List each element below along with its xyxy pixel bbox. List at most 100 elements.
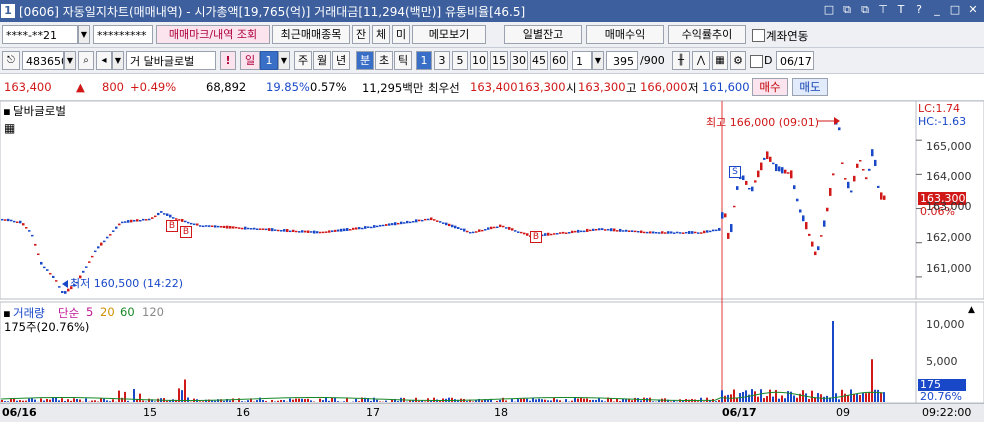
- minute-button[interactable]: 분: [356, 51, 374, 70]
- min-45-button[interactable]: 45: [530, 51, 548, 70]
- buy-marker-3[interactable]: B: [530, 231, 542, 243]
- grid-tool-icon[interactable]: ▦: [712, 51, 728, 70]
- min-3-button[interactable]: 3: [434, 51, 450, 70]
- interval-input[interactable]: 1: [572, 51, 592, 70]
- chart-area[interactable]: ▪ 달바글로벌 ▦ LC:1.74 HC:-1.63 최고 166,000 (0…: [0, 101, 984, 421]
- volume-bar: [538, 399, 540, 402]
- price-candle: [613, 229, 616, 232]
- second-button[interactable]: 초: [375, 51, 393, 70]
- volume-pane-collapse-icon[interactable]: ▲: [968, 305, 975, 315]
- volume-bar: [865, 393, 867, 402]
- volume-bar: [829, 398, 831, 402]
- volume-bar: [631, 400, 633, 402]
- price-candle: [742, 175, 745, 180]
- window-close-icon[interactable]: ✕: [966, 3, 980, 17]
- password-input[interactable]: *********: [93, 25, 153, 44]
- window-cascade-icon[interactable]: ⧉: [858, 3, 872, 17]
- volume-bar: [379, 401, 381, 402]
- min-15-button[interactable]: 15: [490, 51, 508, 70]
- balance-button[interactable]: 잔: [352, 25, 370, 44]
- sell-marker-1[interactable]: S: [729, 166, 741, 178]
- monthly-button[interactable]: 월: [313, 51, 331, 70]
- price-candle: [142, 219, 145, 221]
- price-tick-163000: 163,000: [926, 200, 972, 213]
- window-maximize-icon[interactable]: □: [948, 3, 962, 17]
- candle-tool-icon[interactable]: ╫: [672, 51, 690, 70]
- trade-mark-button[interactable]: 매매마크/내역 조회: [156, 25, 270, 44]
- price-candle: [262, 228, 265, 230]
- unfilled-button[interactable]: 미: [392, 25, 410, 44]
- warning-button[interactable]: !: [220, 51, 236, 70]
- price-candle: [220, 226, 223, 228]
- profit-rate-button[interactable]: 수익률추이: [668, 25, 746, 44]
- price-candle: [328, 230, 331, 232]
- period-daily-button[interactable]: 일: [240, 51, 260, 70]
- price-candle: [625, 230, 628, 232]
- chart-svg[interactable]: [0, 101, 984, 403]
- window-help-icon[interactable]: ?: [912, 3, 926, 17]
- date-input[interactable]: 06/17: [776, 51, 814, 70]
- min-1-button[interactable]: 1: [416, 51, 432, 70]
- volume-bar: [877, 390, 879, 402]
- window-pin-icon[interactable]: ⊤: [876, 3, 890, 17]
- lc-label: LC:1.74: [918, 102, 960, 115]
- zigzag-tool-icon[interactable]: ⋀: [692, 51, 710, 70]
- search-icon[interactable]: ⌕: [78, 51, 94, 70]
- min-5-button[interactable]: 5: [452, 51, 468, 70]
- min-60-button[interactable]: 60: [550, 51, 568, 70]
- period-number[interactable]: 1: [260, 51, 278, 70]
- price-candle: [736, 186, 739, 190]
- account-link-checkbox[interactable]: [752, 29, 765, 42]
- account-select[interactable]: ****-**21: [2, 25, 78, 44]
- price-candle: [811, 242, 814, 247]
- filled-button[interactable]: 체: [372, 25, 390, 44]
- sell-button[interactable]: 매도: [792, 78, 828, 96]
- speaker-dropdown-icon[interactable]: ▼: [112, 51, 124, 70]
- memo-button[interactable]: 메모보기: [412, 25, 486, 44]
- price-candle: [829, 188, 832, 196]
- price-candle: [268, 228, 271, 231]
- volume-bar: [4, 401, 6, 402]
- price-candle: [391, 223, 394, 225]
- volume-bar: [307, 399, 309, 402]
- weekly-button[interactable]: 주: [294, 51, 312, 70]
- volume-pane-toggle-icon[interactable]: ▪: [3, 306, 11, 320]
- price-pane-label: 달바글로벌: [13, 103, 66, 119]
- speaker-icon[interactable]: ◂: [96, 51, 112, 70]
- yearly-button[interactable]: 년: [332, 51, 350, 70]
- period-dropdown-icon[interactable]: ▼: [278, 51, 290, 70]
- stock-name-field[interactable]: 거 달바글로벌: [126, 51, 216, 70]
- price-candle: [436, 220, 439, 222]
- price-candle: [472, 232, 475, 234]
- trade-profit-button[interactable]: 매매수익: [586, 25, 664, 44]
- volume-bar: [535, 399, 537, 402]
- buy-marker-1[interactable]: B: [166, 220, 178, 232]
- daily-balance-button[interactable]: 일별잔고: [504, 25, 582, 44]
- price-candle: [772, 163, 775, 165]
- gear-icon[interactable]: ⚙: [730, 51, 746, 70]
- min-30-button[interactable]: 30: [510, 51, 528, 70]
- recent-trades-button[interactable]: 최근매매종목: [272, 25, 350, 44]
- price-pane-toggle-icon[interactable]: ▪: [3, 104, 11, 118]
- price-candle: [493, 227, 496, 229]
- interval-dropdown-icon[interactable]: ▼: [592, 51, 604, 70]
- price-candle: [694, 232, 697, 234]
- buy-button[interactable]: 매수: [752, 78, 788, 96]
- volume-bar: [106, 400, 108, 402]
- window-font-icon[interactable]: T: [894, 3, 908, 17]
- table-icon[interactable]: ▦: [4, 121, 15, 135]
- min-10-button[interactable]: 10: [470, 51, 488, 70]
- date-checkbox[interactable]: [750, 55, 763, 68]
- volume-bar: [556, 399, 558, 402]
- window-minimize-icon[interactable]: _: [930, 3, 944, 17]
- tick-button[interactable]: 틱: [394, 51, 412, 70]
- window-restore-icon[interactable]: □: [822, 3, 836, 17]
- volume-bar: [724, 396, 726, 402]
- count-input[interactable]: 395: [606, 51, 638, 70]
- code-dropdown-icon[interactable]: ▼: [64, 51, 76, 70]
- window-tile-icon[interactable]: ⧉: [840, 3, 854, 17]
- stock-code-input[interactable]: 483650: [22, 51, 64, 70]
- account-dropdown-icon[interactable]: ▼: [78, 25, 90, 44]
- buy-marker-2[interactable]: B: [180, 226, 192, 238]
- link-icon[interactable]: ⎋: [2, 51, 20, 70]
